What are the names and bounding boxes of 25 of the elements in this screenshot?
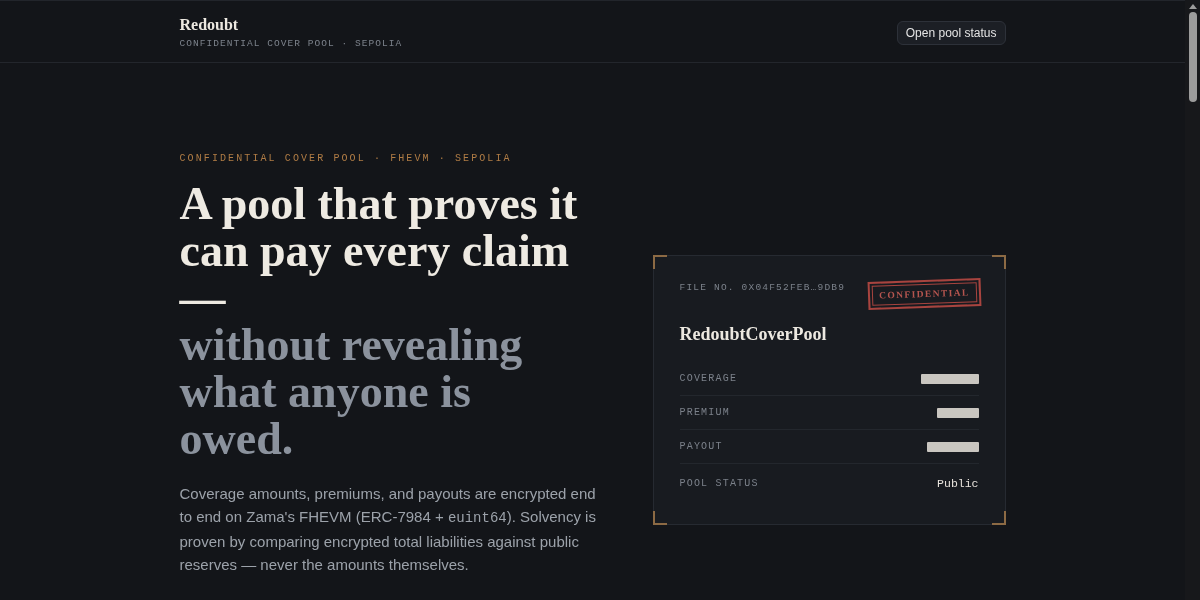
open-pool-status-button[interactable]: Open pool status <box>896 20 1006 45</box>
intro-paragraph: Coverage amounts, premiums, and payouts are encrypted end to end on Zama's FHEVM (ERC-7984 + euint64). Solvency is proven by comparing encrypted total liabilities against public reserves — never the amounts themselves. <box>179 484 597 575</box>
field-label: PREMIUM <box>679 407 730 418</box>
redacted-value-bar <box>936 407 979 418</box>
contract-name: RedoubtCoverPool <box>679 323 828 345</box>
redacted-value-bar <box>926 441 979 452</box>
scrollbar-thumb[interactable] <box>1188 12 1197 102</box>
scroll-up-arrow-icon[interactable] <box>1188 4 1197 9</box>
redacted-value-bar <box>920 373 979 384</box>
field-value: Public <box>937 476 979 490</box>
corner-bracket-icon <box>652 255 667 269</box>
headline: A pool that proves it can pay every claim — <box>179 180 579 321</box>
field-label: PAYOUT <box>679 441 723 452</box>
field-label: POOL STATUS <box>679 477 759 489</box>
file-number: FILE NO. 0X04F52FEB…9DB9 <box>679 281 846 295</box>
brand-name: Redoubt <box>179 14 240 35</box>
scrollbar[interactable] <box>1185 0 1200 600</box>
corner-bracket-icon <box>991 255 1006 269</box>
corner-bracket-icon <box>991 511 1006 525</box>
headline-continuation: without revealing what anyone is owed. <box>179 321 524 462</box>
eyebrow-label: CONFIDENTIAL COVER POOL · FHEVM · SEPOLIA <box>179 152 513 166</box>
field-label: COVERAGE <box>679 373 738 384</box>
confidential-stamp: CONFIDENTIAL <box>867 278 981 310</box>
brand-subtitle: CONFIDENTIAL COVER POOL · SEPOLIA <box>179 36 403 51</box>
corner-bracket-icon <box>652 511 667 525</box>
